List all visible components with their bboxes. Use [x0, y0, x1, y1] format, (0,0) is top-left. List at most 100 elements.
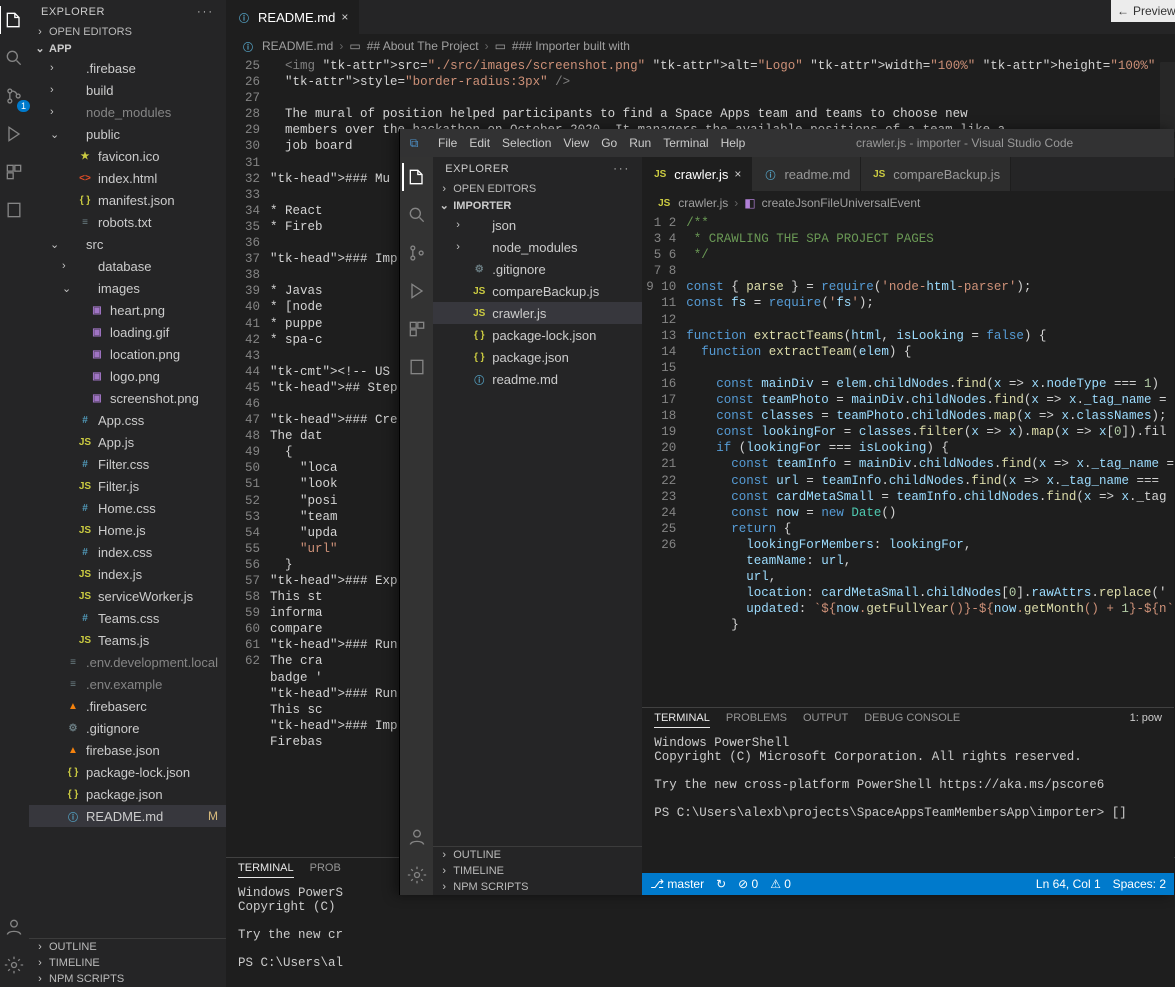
- menu-selection[interactable]: Selection: [502, 136, 551, 150]
- tree-item-app-js[interactable]: JSApp.js: [29, 431, 226, 453]
- terminal-tab-problems[interactable]: PROB: [310, 862, 341, 878]
- outline-header[interactable]: ›OUTLINE: [29, 939, 226, 955]
- tree-item-package-json[interactable]: { }package.json: [29, 783, 226, 805]
- files-icon[interactable]: [0, 6, 27, 34]
- tab-comparebackup-js[interactable]: JScompareBackup.js: [861, 157, 1011, 191]
- menu-help[interactable]: Help: [721, 136, 746, 150]
- tree-item-build[interactable]: ›build: [29, 79, 226, 101]
- outer-breadcrumb[interactable]: ⓘ README.md› ▭## About The Project› ▭###…: [226, 34, 1175, 58]
- tree-item-screenshot-png[interactable]: ▣screenshot.png: [29, 387, 226, 409]
- tree-item--env-example[interactable]: ≡.env.example: [29, 673, 226, 695]
- tree-item-index-css[interactable]: #index.css: [29, 541, 226, 563]
- tab-readme[interactable]: ⓘ README.md ×: [226, 0, 359, 34]
- tree-item-index-js[interactable]: JSindex.js: [29, 563, 226, 585]
- menu-go[interactable]: Go: [601, 136, 617, 150]
- files-icon[interactable]: [402, 163, 430, 191]
- book-icon[interactable]: [0, 196, 28, 224]
- tree-item-crawler-js[interactable]: JScrawler.js: [433, 302, 642, 324]
- inner-sidebar-more-icon[interactable]: ···: [613, 163, 630, 175]
- tree-item-logo-png[interactable]: ▣logo.png: [29, 365, 226, 387]
- menu-run[interactable]: Run: [629, 136, 651, 150]
- tree-item--gitignore[interactable]: ⚙.gitignore: [29, 717, 226, 739]
- tree-item-teams-css[interactable]: #Teams.css: [29, 607, 226, 629]
- tree-item-manifest-json[interactable]: { }manifest.json: [29, 189, 226, 211]
- account-icon[interactable]: [403, 823, 431, 851]
- run-icon[interactable]: [403, 277, 431, 305]
- menu-terminal[interactable]: Terminal: [663, 136, 708, 150]
- project-header[interactable]: ⌄APP: [29, 40, 226, 57]
- menu-file[interactable]: File: [438, 136, 457, 150]
- terminal-tab-output[interactable]: OUTPUT: [803, 712, 848, 728]
- tree-item-json[interactable]: ›json: [433, 214, 642, 236]
- tree-item-database[interactable]: ›database: [29, 255, 226, 277]
- tree-item-comparebackup-js[interactable]: JScompareBackup.js: [433, 280, 642, 302]
- inner-timeline-header[interactable]: ›TIMELINE: [433, 863, 642, 879]
- timeline-header[interactable]: ›TIMELINE: [29, 955, 226, 971]
- sync-icon[interactable]: ↻: [716, 877, 726, 891]
- close-icon[interactable]: ×: [734, 167, 741, 181]
- tree-item-robots-txt[interactable]: ≡robots.txt: [29, 211, 226, 233]
- tree-item--firebaserc[interactable]: ▲.firebaserc: [29, 695, 226, 717]
- tree-item-app-css[interactable]: #App.css: [29, 409, 226, 431]
- terminal-tab-debug[interactable]: DEBUG CONSOLE: [864, 712, 960, 728]
- terminal-tab-terminal[interactable]: TERMINAL: [654, 712, 710, 728]
- tab-crawler-js[interactable]: JScrawler.js×: [642, 157, 752, 191]
- terminal-tab-terminal[interactable]: TERMINAL: [238, 862, 294, 878]
- inner-terminal-body[interactable]: Windows PowerShell Copyright (C) Microso…: [642, 728, 1174, 828]
- settings-icon[interactable]: [0, 951, 28, 979]
- inner-npm-scripts-header[interactable]: ›NPM SCRIPTS: [433, 879, 642, 895]
- cursor-position[interactable]: Ln 64, Col 1: [1036, 877, 1101, 891]
- tree-item-images[interactable]: ⌄images: [29, 277, 226, 299]
- close-icon[interactable]: ×: [341, 10, 348, 24]
- git-branch[interactable]: ⎇ master: [650, 877, 704, 891]
- inner-breadcrumb[interactable]: JS crawler.js› ◧createJsonFileUniversalE…: [642, 191, 1174, 215]
- tree-item-readme-md[interactable]: ⓘreadme.md: [433, 368, 642, 390]
- tree-item-package-json[interactable]: { }package.json: [433, 346, 642, 368]
- menu-edit[interactable]: Edit: [469, 136, 490, 150]
- npm-scripts-header[interactable]: ›NPM SCRIPTS: [29, 971, 226, 987]
- tree-item-home-js[interactable]: JSHome.js: [29, 519, 226, 541]
- search-icon[interactable]: [403, 201, 431, 229]
- account-icon[interactable]: [0, 913, 28, 941]
- tree-item-index-html[interactable]: <>index.html: [29, 167, 226, 189]
- tree-item--firebase[interactable]: ›.firebase: [29, 57, 226, 79]
- tree-item-teams-js[interactable]: JSTeams.js: [29, 629, 226, 651]
- tree-item-readme-md[interactable]: ⓘREADME.mdM: [29, 805, 226, 827]
- spaces-indicator[interactable]: Spaces: 2: [1113, 877, 1166, 891]
- tree-item-home-css[interactable]: #Home.css: [29, 497, 226, 519]
- sidebar-more-icon[interactable]: ···: [197, 6, 214, 18]
- settings-icon[interactable]: [403, 861, 431, 889]
- tree-item-favicon-ico[interactable]: ★favicon.ico: [29, 145, 226, 167]
- scm-icon[interactable]: [403, 239, 431, 267]
- tree-item-serviceworker-js[interactable]: JSserviceWorker.js: [29, 585, 226, 607]
- tree-item--gitignore[interactable]: ⚙.gitignore: [433, 258, 642, 280]
- inner-project-header[interactable]: ⌄IMPORTER: [433, 197, 642, 214]
- extensions-icon[interactable]: [0, 158, 28, 186]
- tree-item-loading-gif[interactable]: ▣loading.gif: [29, 321, 226, 343]
- tree-item-filter-js[interactable]: JSFilter.js: [29, 475, 226, 497]
- book-icon[interactable]: [403, 353, 431, 381]
- tree-item--env-development-local[interactable]: ≡.env.development.local: [29, 651, 226, 673]
- tree-item-package-lock-json[interactable]: { }package-lock.json: [29, 761, 226, 783]
- terminal-picker[interactable]: 1: pow: [1130, 712, 1162, 728]
- tree-item-filter-css[interactable]: #Filter.css: [29, 453, 226, 475]
- extensions-icon[interactable]: [403, 315, 431, 343]
- status-warnings[interactable]: ⚠ 0: [770, 877, 791, 891]
- inner-open-editors-header[interactable]: ›OPEN EDITORS: [433, 181, 642, 197]
- tree-item-public[interactable]: ⌄public: [29, 123, 226, 145]
- search-icon[interactable]: [0, 44, 28, 72]
- open-editors-header[interactable]: ›OPEN EDITORS: [29, 24, 226, 40]
- tree-item-heart-png[interactable]: ▣heart.png: [29, 299, 226, 321]
- inner-titlebar[interactable]: ⧉ FileEditSelectionViewGoRunTerminalHelp…: [400, 129, 1174, 157]
- inner-code-area[interactable]: 1 2 3 4 5 6 7 8 9 10 11 12 13 14 15 16 1…: [642, 215, 1174, 707]
- status-errors[interactable]: ⊘ 0: [738, 877, 758, 891]
- inner-outline-header[interactable]: ›OUTLINE: [433, 847, 642, 863]
- tree-item-node-modules[interactable]: ›node_modules: [29, 101, 226, 123]
- tab-readme-md[interactable]: ⓘreadme.md: [752, 157, 861, 191]
- tree-item-location-png[interactable]: ▣location.png: [29, 343, 226, 365]
- terminal-tab-problems[interactable]: PROBLEMS: [726, 712, 787, 728]
- tree-item-src[interactable]: ⌄src: [29, 233, 226, 255]
- menu-view[interactable]: View: [563, 136, 589, 150]
- run-icon[interactable]: [0, 120, 28, 148]
- inner-code[interactable]: /** * CRAWLING THE SPA PROJECT PAGES */ …: [686, 215, 1174, 707]
